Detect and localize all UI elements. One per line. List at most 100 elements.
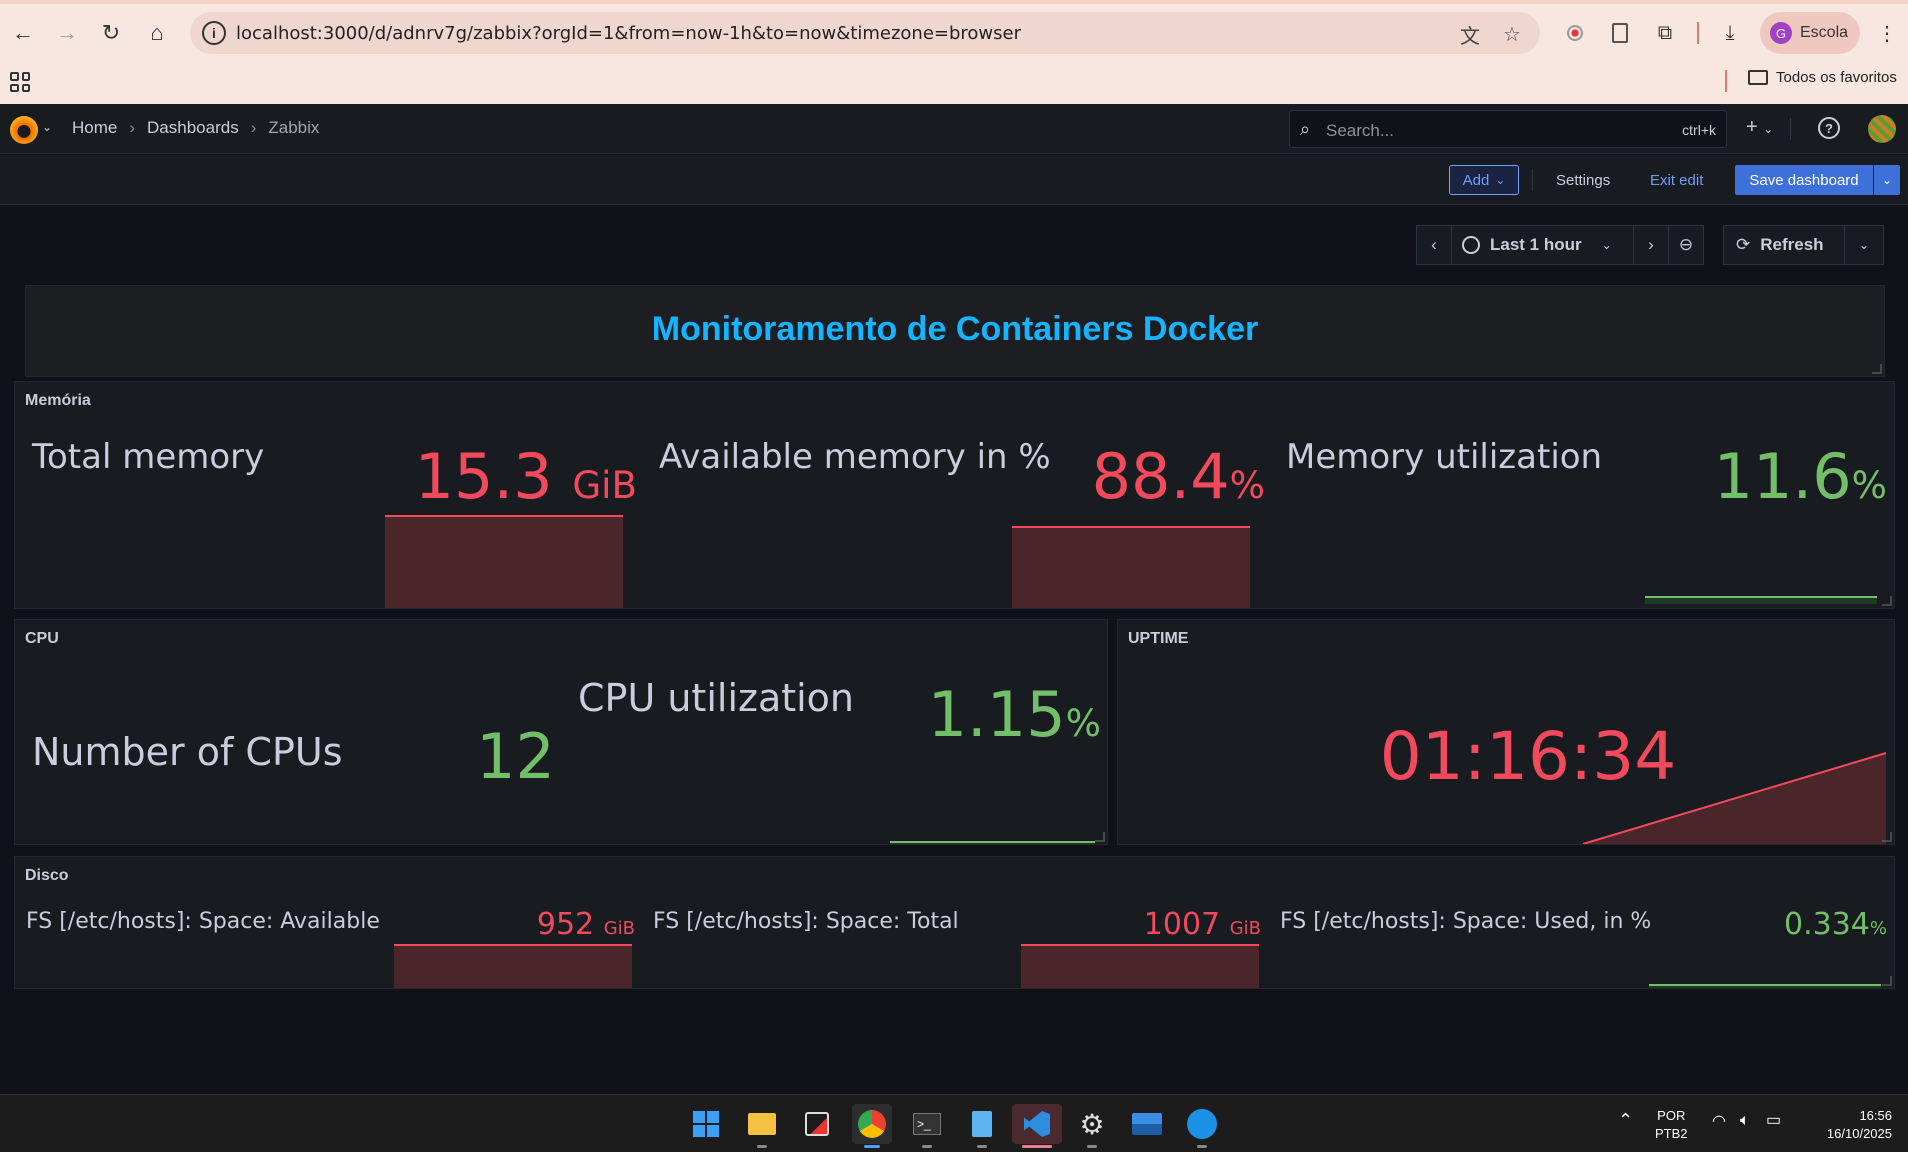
stat-number: 11.6	[1713, 440, 1852, 513]
user-avatar[interactable]	[1868, 115, 1896, 143]
stat-number: 15.3	[414, 440, 553, 513]
resize-handle-icon[interactable]	[1882, 596, 1892, 606]
nav-divider	[1790, 118, 1791, 140]
file-explorer-icon[interactable]	[742, 1104, 782, 1148]
volume-icon[interactable]: 🔈︎	[1740, 1112, 1750, 1130]
windows-taskbar: >_ ⚙ ⌃ POR PTB2 ◠ 🔈︎ ▭ 16:56 16/10/2025	[0, 1094, 1908, 1152]
extensions-icon[interactable]: ⧉	[1650, 18, 1680, 48]
chevron-left-icon: ‹	[1431, 235, 1437, 254]
language-indicator[interactable]: POR PTB2	[1655, 1107, 1688, 1143]
terminal-icon[interactable]: >_	[907, 1104, 947, 1148]
stat-value: 1.15%	[855, 678, 1101, 751]
uptime-panel[interactable]: UPTIME 01:16:34	[1117, 619, 1895, 845]
search-placeholder: Search...	[1326, 121, 1395, 140]
new-plus-icon[interactable]: + ⌄	[1746, 116, 1773, 139]
language-code: POR	[1657, 1108, 1686, 1123]
profile-name: Escola	[1800, 24, 1849, 41]
refresh-label: Refresh	[1760, 235, 1824, 254]
stat-value: 15.3 GiB	[375, 440, 637, 513]
time-range-label: Last 1 hour	[1490, 235, 1582, 254]
resize-handle-icon[interactable]	[1882, 976, 1892, 986]
profile-button[interactable]: G Escola	[1760, 12, 1860, 54]
panel-title: Memória	[25, 392, 91, 409]
stat-number: 12	[476, 720, 555, 793]
site-info-icon[interactable]: i	[202, 21, 226, 45]
address-bar[interactable]: i localhost:3000/d/adnrv7g/zabbix?orgId=…	[190, 12, 1540, 54]
uptime-sparkline	[1582, 752, 1887, 844]
chrome-icon[interactable]	[852, 1104, 892, 1148]
resize-handle-icon[interactable]	[1872, 364, 1882, 374]
settings-gear-icon[interactable]: ⚙	[1072, 1104, 1112, 1148]
time-shift-forward-button[interactable]: ›	[1633, 225, 1669, 265]
apps-grid-icon[interactable]	[10, 72, 30, 92]
zoom-out-button[interactable]: ⊖	[1668, 225, 1704, 265]
chevron-up-icon[interactable]: ⌃	[1618, 1111, 1633, 1129]
search-input[interactable]: ⌕ Search... ctrl+k	[1289, 110, 1727, 148]
chevron-down-icon[interactable]: ⌄	[42, 120, 52, 134]
page-extension-icon[interactable]	[1605, 18, 1635, 48]
home-icon[interactable]: ⌂	[142, 18, 172, 48]
resize-handle-icon[interactable]	[1095, 832, 1105, 842]
time-shift-back-button[interactable]: ‹	[1416, 225, 1452, 265]
download-icon[interactable]: ⤓	[1715, 18, 1745, 48]
add-button-label: Add	[1462, 171, 1490, 189]
clock-icon	[1462, 236, 1480, 254]
sparkline	[1012, 526, 1250, 608]
forward-icon[interactable]: →	[52, 18, 82, 48]
breadcrumb-home[interactable]: Home	[72, 118, 117, 138]
keyboard-layout: PTB2	[1655, 1126, 1688, 1141]
refresh-button[interactable]: ⟳ Refresh	[1723, 225, 1845, 265]
stat-number: 1.15	[927, 678, 1066, 751]
reload-icon[interactable]: ↻	[96, 18, 126, 48]
cpu-panel[interactable]: CPU Number of CPUs 12 CPU utilization 1.…	[14, 619, 1108, 845]
resize-handle-icon[interactable]	[1882, 832, 1892, 842]
toolbar-divider	[1532, 169, 1533, 191]
system-clock[interactable]: 16:56 16/10/2025	[1810, 1107, 1892, 1143]
add-button[interactable]: Add ⌄	[1449, 165, 1519, 195]
translate-icon[interactable]: 文	[1458, 22, 1482, 48]
bookmark-folder-label: Todos os favoritos	[1776, 69, 1897, 86]
zoom-out-icon: ⊖	[1678, 235, 1694, 254]
tab-strip	[0, 0, 1908, 4]
breadcrumb-separator-icon: ›	[129, 118, 136, 137]
stat-unit: GiB	[1229, 918, 1261, 939]
settings-button[interactable]: Settings	[1546, 165, 1620, 195]
grafana-logo-icon[interactable]	[10, 116, 38, 144]
wifi-icon[interactable]: ◠	[1712, 1113, 1726, 1131]
refresh-interval-chevron-icon[interactable]: ⌄	[1844, 225, 1884, 265]
browser-menu-icon[interactable]: ⋮	[1872, 18, 1902, 48]
save-dashboard-button[interactable]: Save dashboard	[1735, 165, 1873, 195]
bookmark-folder-all[interactable]: Todos os favoritos	[1748, 69, 1897, 86]
docker-icon[interactable]	[1182, 1104, 1222, 1148]
time-range-picker[interactable]: Last 1 hour ⌄	[1451, 225, 1634, 265]
search-icon: ⌕	[1300, 119, 1311, 139]
disk-panel[interactable]: Disco FS [/etc/hosts]: Space: Available …	[14, 856, 1895, 989]
sparkline	[394, 944, 632, 988]
stat-name: CPU utilization	[578, 676, 855, 720]
grafana-top-nav: ⌄ Home › Dashboards › Zabbix ⌕ Search...…	[0, 104, 1908, 154]
stat-value: 11.6%	[1635, 440, 1887, 513]
snipping-tool-icon[interactable]	[797, 1104, 837, 1144]
bookmark-star-icon[interactable]: ☆	[1500, 22, 1524, 46]
vscode-icon[interactable]	[1012, 1104, 1062, 1148]
exit-edit-button[interactable]: Exit edit	[1644, 165, 1709, 195]
help-icon[interactable]: ?	[1818, 117, 1840, 139]
chevron-right-icon: ›	[1648, 235, 1654, 254]
notepad-icon[interactable]	[962, 1104, 1002, 1148]
stat-value: 0.334%	[1687, 907, 1887, 942]
stat-name: FS [/etc/hosts]: Space: Used, in %	[1280, 909, 1652, 934]
stat-unit: GiB	[572, 463, 637, 507]
battery-icon[interactable]: ▭	[1766, 1112, 1781, 1130]
url-text[interactable]: localhost:3000/d/adnrv7g/zabbix?orgId=1&…	[236, 23, 1021, 44]
windows-start-icon[interactable]	[686, 1104, 726, 1144]
sparkline	[385, 515, 623, 608]
breadcrumb-dashboards[interactable]: Dashboards	[147, 118, 239, 138]
stat-unit: %	[1229, 463, 1265, 507]
stat-value: 952 GiB	[435, 907, 635, 942]
save-options-chevron-icon[interactable]: ⌄	[1874, 165, 1900, 195]
back-icon[interactable]: ←	[8, 18, 38, 48]
record-extension-icon[interactable]	[1560, 18, 1590, 48]
stat-unit: %	[1869, 918, 1887, 939]
memory-panel[interactable]: Memória Total memory 15.3 GiB Available …	[14, 381, 1895, 609]
photos-icon[interactable]	[1127, 1104, 1167, 1144]
